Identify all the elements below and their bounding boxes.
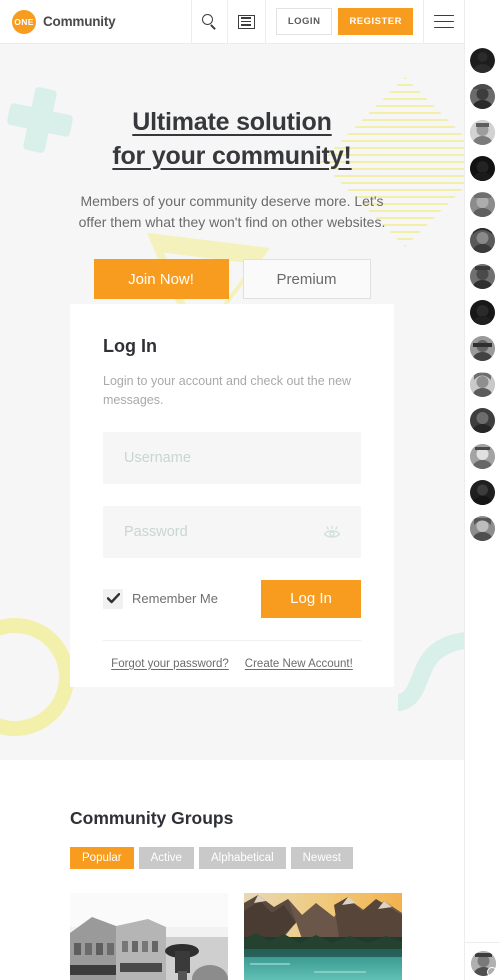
avatar[interactable] [470,48,495,73]
avatar[interactable] [470,264,495,289]
remember-me-label: Remember Me [132,591,218,606]
avatar[interactable] [470,228,495,253]
current-user-avatar[interactable] [470,951,496,976]
hamburger-icon [434,14,454,29]
join-now-button[interactable]: Join Now! [93,259,229,299]
avatar[interactable] [470,156,495,181]
password-field[interactable] [103,505,361,558]
hero-title: Ultimate solution for your community! [0,44,464,173]
login-card: Log In Login to your account and check o… [70,304,394,687]
site-logo[interactable]: ONE Community [0,9,116,34]
login-description: Login to your account and check out the … [103,374,352,407]
avatar[interactable] [470,408,495,433]
group-card-mountain-lake[interactable] [244,893,402,980]
groups-title: Community Groups [70,808,234,828]
logo-badge: ONE [12,9,36,34]
login-submit-button[interactable]: Log In [261,579,361,618]
group-card-street-scene[interactable] [70,893,228,980]
tab-newest[interactable]: Newest [290,847,353,869]
remember-row: Remember Me Log In [103,579,361,618]
page-scrollbar[interactable] [495,0,500,980]
forgot-password-link[interactable]: Forgot your password? [111,658,229,670]
hero-subtitle: Members of your community deserve more. … [78,193,386,230]
tab-alphabetical[interactable]: Alphabetical [198,847,286,869]
search-icon [201,14,217,30]
create-account-link[interactable]: Create New Account! [245,658,353,670]
site-header: ONE Community LOGIN REGISTER [0,0,464,44]
avatar[interactable] [470,120,495,145]
premium-button[interactable]: Premium [242,259,371,299]
group-card-list [0,869,464,980]
menu-button[interactable] [423,0,464,44]
avatar[interactable] [470,84,495,109]
avatar[interactable] [470,192,495,217]
avatar[interactable] [470,372,495,397]
avatar[interactable] [470,480,495,505]
avatar[interactable] [470,300,495,325]
community-groups-section: Community Groups Popular Active Alphabet… [0,760,464,980]
card-links: Forgot your password? Create New Account… [103,641,361,687]
check-icon [106,593,120,604]
groups-tabs: Popular Active Alphabetical Newest [0,829,464,869]
activity-list-button[interactable] [226,0,265,44]
avatar[interactable] [470,444,495,469]
hero-title-line-2: for your community! [112,141,352,170]
username-field[interactable] [103,431,361,484]
tab-popular[interactable]: Popular [70,847,134,869]
hero-title-line-1: Ultimate solution [132,108,332,136]
auth-buttons: LOGIN REGISTER [264,0,423,44]
checkbox-box [103,588,123,609]
list-icon [237,14,255,29]
tab-active[interactable]: Active [138,847,194,869]
hero-actions: Join Now! Premium [0,259,464,299]
username-input[interactable] [124,449,340,466]
avatar[interactable] [470,516,495,541]
logo-text: Community [43,14,116,29]
yellow-ring-decoration [0,618,74,736]
search-button[interactable] [190,0,227,44]
mint-wave-decoration [385,619,464,712]
remember-me-checkbox[interactable]: Remember Me [103,588,218,609]
password-input[interactable] [124,523,340,540]
eye-icon[interactable] [323,525,341,538]
page-root: ONE Community LOGIN REGISTER Ultimate so… [0,0,500,980]
hero-content: Ultimate solution for your community! Me… [0,44,464,299]
login-title: Log In [103,336,157,356]
avatar[interactable] [470,336,495,361]
login-button[interactable]: LOGIN [275,8,333,35]
register-button[interactable]: REGISTER [338,8,413,35]
